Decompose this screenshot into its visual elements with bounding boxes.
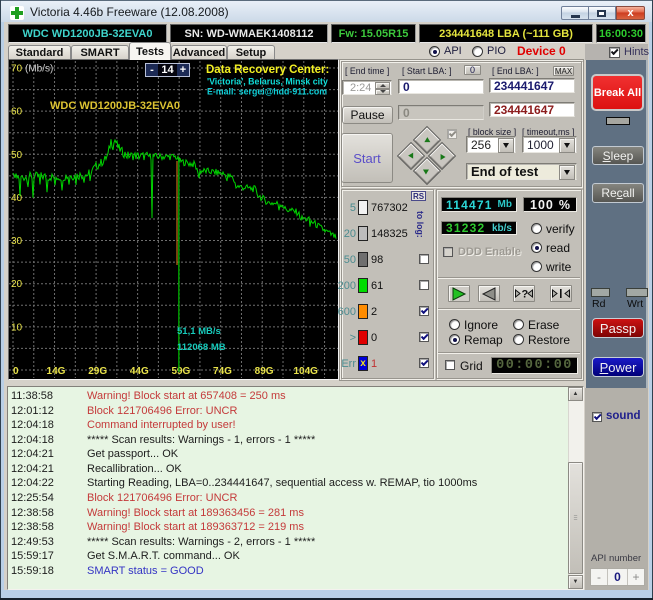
svg-text:59G: 59G [171,366,190,377]
svg-text:Data Recovery Center:: Data Recovery Center: [206,64,329,76]
svg-text:50: 50 [11,150,23,161]
svg-text:10: 10 [11,322,23,333]
svg-text:104G: 104G [293,366,318,377]
svg-text:112068 MB: 112068 MB [177,342,226,353]
svg-text:0: 0 [13,366,19,377]
svg-text:44G: 44G [130,366,149,377]
svg-text:40: 40 [11,193,23,204]
svg-text:30: 30 [11,236,23,247]
svg-text:?: ? [522,289,529,301]
svg-text:20: 20 [11,279,23,290]
svg-text:14G: 14G [47,366,66,377]
svg-text:29G: 29G [88,366,107,377]
svg-text:'Victoria', Belarus, Minsk cit: 'Victoria', Belarus, Minsk city [207,77,328,87]
svg-text:70: 70 [11,64,23,75]
svg-text:E-mail: sergei@hdd-911.com: E-mail: sergei@hdd-911.com [207,87,327,97]
svg-text:WDC WD1200JB-32EVA0: WDC WD1200JB-32EVA0 [50,100,180,112]
svg-text:89G: 89G [255,366,274,377]
svg-text:51,1 MB/s: 51,1 MB/s [177,326,221,337]
svg-text:(Mb/s): (Mb/s) [25,64,53,75]
svg-text:60: 60 [11,107,23,118]
svg-text:74G: 74G [213,366,232,377]
